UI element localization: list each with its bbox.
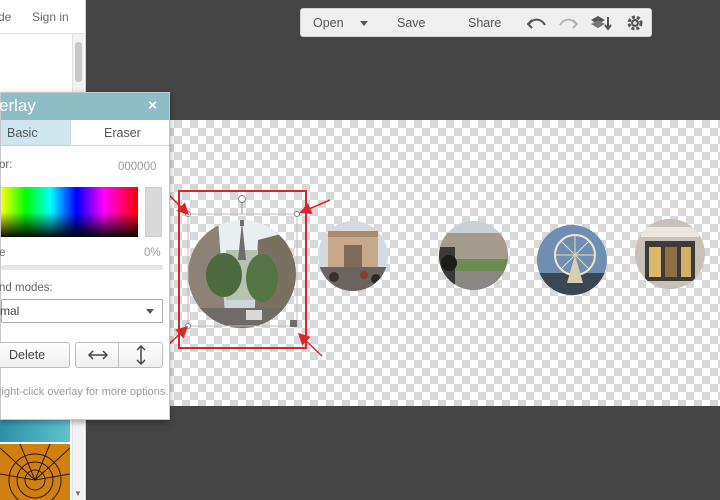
layers-icon[interactable] [590, 14, 612, 32]
share-button[interactable]: Share [468, 16, 501, 30]
open-dropdown-caret-icon[interactable] [360, 21, 368, 26]
right-click-hint: Right-click overlay for more options. [0, 386, 169, 398]
blend-mode-value: rmal [0, 304, 20, 318]
close-icon[interactable]: × [148, 97, 157, 114]
palace-image [439, 221, 508, 290]
chevron-down-icon [146, 309, 154, 314]
undo-icon[interactable] [526, 14, 547, 32]
panel-title: erlay [0, 96, 36, 115]
opacity-label: e [0, 247, 6, 259]
tab-eraser-label: Eraser [104, 126, 141, 140]
overlay-photo-palace[interactable] [439, 221, 508, 290]
delete-button[interactable]: Delete [0, 342, 70, 368]
flip-horizontal-icon [87, 350, 109, 360]
flip-vertical-icon [136, 344, 146, 366]
tab-eraser[interactable]: Eraser [70, 120, 169, 146]
sign-in-link[interactable]: Sign in [32, 10, 69, 24]
overlay-photo-eiffel-street[interactable] [188, 220, 296, 328]
open-menu-button[interactable]: Open [313, 16, 344, 30]
arch-image [318, 221, 388, 291]
delete-button-label: Delete [9, 348, 46, 362]
sidebar-header: de Sign in [0, 0, 86, 34]
scroll-down-arrow-icon[interactable]: ▼ [74, 489, 82, 498]
scrollbar-thumb[interactable] [75, 42, 82, 82]
flip-horizontal-button[interactable] [75, 342, 119, 368]
tab-basic[interactable]: Basic [1, 120, 70, 146]
overlay-photo-storefront[interactable] [635, 219, 705, 289]
top-toolbar: Open Save Share [300, 8, 652, 37]
overlay-panel-header[interactable]: erlay × [0, 93, 169, 120]
blend-mode-select[interactable]: rmal [0, 299, 163, 323]
color-hex-value[interactable]: 000000 [118, 161, 156, 173]
image-canvas[interactable] [86, 120, 720, 406]
redo-icon[interactable] [558, 14, 579, 32]
ferris-wheel-image [537, 225, 607, 295]
overlay-panel: erlay × Basic Eraser or: 000000 e 0% nd … [0, 92, 170, 420]
sidebar-link-truncated[interactable]: de [0, 10, 11, 24]
flip-vertical-button[interactable] [118, 342, 163, 368]
storefront-image [635, 219, 705, 289]
overlay-photo-arch[interactable] [318, 221, 388, 291]
opacity-slider[interactable] [1, 265, 163, 270]
opacity-swatch[interactable] [145, 187, 162, 237]
color-label: or: [0, 159, 13, 171]
tab-basic-label: Basic [7, 126, 38, 140]
overlay-thumbnail-teal[interactable] [0, 420, 70, 442]
blend-modes-label: nd modes: [0, 282, 53, 294]
overlay-thumbnail-pattern[interactable] [0, 444, 70, 500]
save-button[interactable]: Save [397, 16, 426, 30]
overlay-photo-ferris-wheel[interactable] [537, 225, 607, 295]
color-spectrum-picker[interactable] [1, 187, 138, 237]
sunburst-pattern-image [0, 444, 70, 500]
opacity-value: 0% [144, 247, 161, 259]
gear-icon[interactable] [626, 14, 646, 32]
eiffel-street-image [188, 220, 296, 328]
